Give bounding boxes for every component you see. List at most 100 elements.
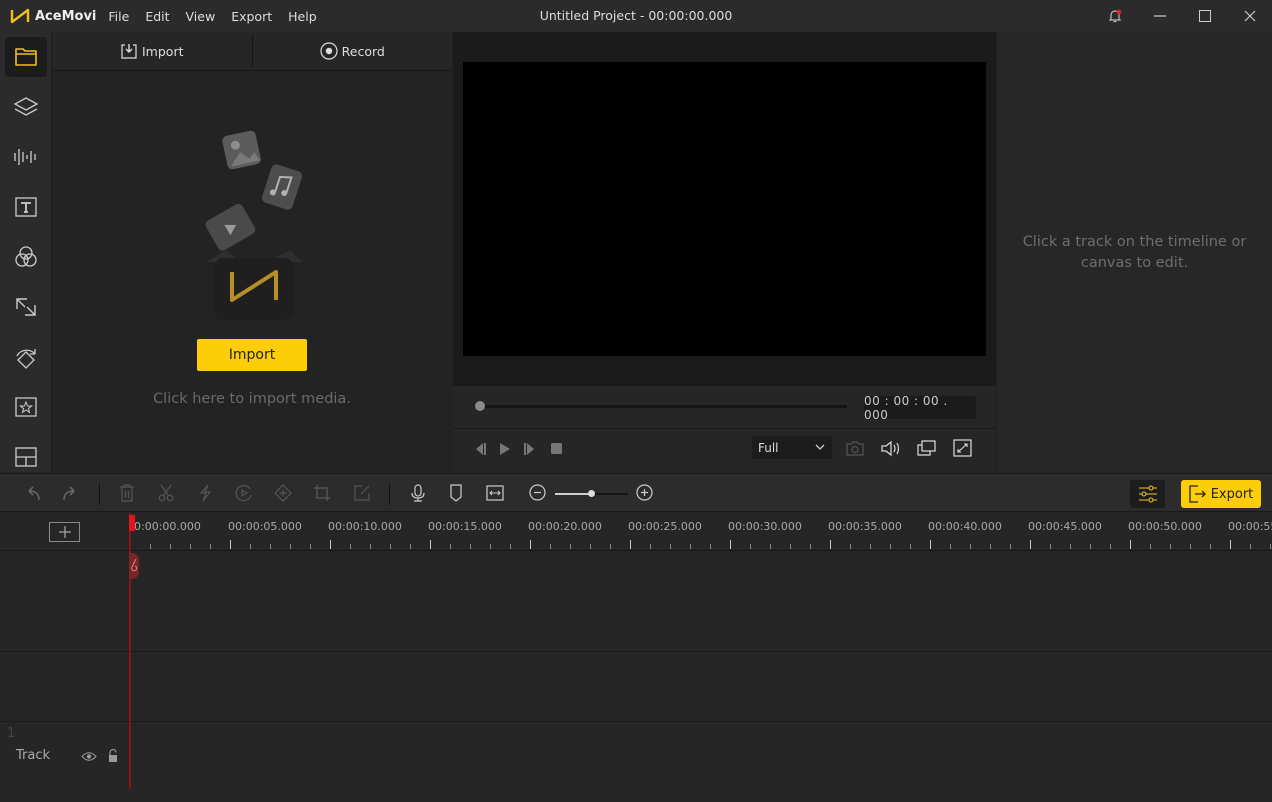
track-row[interactable]: 1 Track (0, 723, 1272, 802)
ruler-minor-tick (410, 544, 411, 549)
minimize-button[interactable] (1137, 0, 1182, 32)
properties-panel: Click a track on the timeline or canvas … (997, 32, 1272, 472)
sidebar-item-media[interactable] (0, 32, 52, 82)
tab-record[interactable]: Record (253, 32, 453, 70)
timeline-zoom-handle[interactable] (588, 490, 595, 497)
playhead-grip-icon (131, 558, 138, 572)
menu-view[interactable]: View (186, 9, 216, 24)
eye-visibility-icon[interactable] (81, 751, 97, 762)
zoom-in-icon[interactable] (636, 484, 653, 501)
ruler-minor-tick (570, 544, 571, 549)
export-button[interactable]: Export (1181, 480, 1261, 508)
sliders-adjust-icon (1138, 485, 1157, 503)
tab-record-label: Record (341, 43, 385, 59)
media-tabs: Import Record (52, 32, 452, 71)
speed-icon[interactable] (235, 484, 253, 502)
split-scissors-icon[interactable] (157, 484, 175, 502)
zoom-out-icon[interactable] (529, 484, 546, 501)
playback-seek-bar: 00 : 00 : 00 . 000 (453, 386, 996, 429)
ruler-label: 00:00:35.000 (828, 520, 902, 533)
preview-canvas[interactable] (463, 62, 986, 356)
ruler-major-tick (530, 540, 531, 549)
filters-icon (15, 246, 37, 267)
ruler-major-tick (230, 540, 231, 549)
menu-bar: File Edit View Export Help (108, 9, 332, 24)
ruler-minor-tick (890, 544, 891, 549)
sidebar-item-animation[interactable] (0, 332, 52, 382)
ruler-minor-tick (350, 544, 351, 549)
lock-open-icon[interactable] (108, 749, 118, 762)
adjust-settings-button[interactable] (1130, 480, 1165, 508)
marker-icon[interactable] (449, 484, 463, 502)
timeline-ruler[interactable]: 0:00:00.000 00:00:05.000 00:00:10.000 00:00… (0, 513, 1272, 551)
properties-hint-line-1: Click a track on the timeline or (1022, 234, 1247, 250)
seek-handle[interactable] (475, 401, 485, 411)
fit-timeline-icon[interactable] (486, 484, 504, 502)
ruler-major-tick (730, 540, 731, 549)
fullscreen-icon[interactable] (953, 439, 972, 457)
add-keyframe-icon[interactable] (274, 484, 292, 502)
timecode-display: 00 : 00 : 00 . 000 (864, 394, 976, 422)
microphone-icon[interactable] (410, 484, 426, 502)
redo-icon[interactable] (62, 484, 80, 502)
pip-window-icon[interactable] (916, 440, 936, 457)
ruler-minor-tick (1190, 544, 1191, 549)
seek-track[interactable] (479, 405, 847, 408)
edit-icon[interactable] (353, 484, 371, 502)
volume-icon[interactable] (880, 440, 902, 457)
timeline: 0:00:00.000 00:00:05.000 00:00:10.000 00:00… (0, 513, 1272, 802)
sidebar-item-filters[interactable] (0, 232, 52, 282)
next-frame-icon[interactable] (523, 442, 537, 456)
sidebar-item-text[interactable] (0, 182, 52, 232)
play-icon[interactable] (498, 442, 512, 456)
sidebar-item-audio[interactable] (0, 132, 52, 182)
ruler-minor-tick (710, 544, 711, 549)
notification-button[interactable] (1092, 0, 1137, 32)
ruler-minor-tick (950, 544, 951, 549)
ruler-label: 00:00:45.000 (1028, 520, 1102, 533)
undo-icon[interactable] (23, 484, 41, 502)
ruler-minor-tick (910, 544, 911, 549)
ruler-minor-tick (990, 544, 991, 549)
menu-edit[interactable]: Edit (145, 9, 169, 24)
ruler-label: 00:00:20.000 (528, 520, 602, 533)
playhead-marker[interactable] (129, 515, 135, 531)
close-button[interactable] (1227, 0, 1272, 32)
previous-frame-icon[interactable] (473, 442, 487, 456)
quick-split-lightning-icon[interactable] (197, 484, 213, 502)
playhead-handle[interactable] (129, 553, 139, 579)
import-button[interactable]: Import (197, 339, 307, 371)
timeline-row-empty[interactable] (0, 653, 1272, 722)
crop-icon[interactable] (313, 484, 331, 502)
sidebar-item-transitions[interactable] (0, 282, 52, 332)
ruler-label: 00:00:10.000 (328, 520, 402, 533)
ruler-major-tick (330, 540, 331, 549)
ruler-label: 0:00:00.000 (134, 520, 201, 533)
import-media-illustration[interactable] (192, 122, 322, 322)
ruler-major-tick (430, 540, 431, 549)
tab-import[interactable]: Import (52, 32, 252, 70)
menu-export[interactable]: Export (231, 9, 272, 24)
ruler-label: 00:00:30.000 (728, 520, 802, 533)
ruler-label: 00:00:05.000 (228, 520, 302, 533)
stop-icon[interactable] (550, 442, 563, 455)
preview-zoom-select[interactable]: Full (752, 436, 832, 459)
maximize-button[interactable] (1182, 0, 1227, 32)
menu-file[interactable]: File (108, 9, 129, 24)
timeline-row-main[interactable] (0, 552, 1272, 652)
sidebar-item-elements[interactable] (0, 382, 52, 432)
ruler-minor-tick (290, 544, 291, 549)
ruler-major-tick (930, 540, 931, 549)
ruler-minor-tick (750, 544, 751, 549)
ruler-label: 00:00:50.000 (1128, 520, 1202, 533)
ruler-label: 00:00:40.000 (928, 520, 1002, 533)
sidebar-item-layers[interactable] (0, 82, 52, 132)
delete-icon[interactable] (119, 484, 135, 502)
snapshot-camera-icon[interactable] (845, 440, 865, 457)
ruler-minor-tick (270, 544, 271, 549)
add-track-button[interactable] (49, 522, 80, 542)
menu-help[interactable]: Help (288, 9, 317, 24)
bell-icon (1108, 9, 1121, 23)
ruler-minor-tick (1050, 544, 1051, 549)
import-hint[interactable]: Click here to import media. (52, 391, 452, 407)
